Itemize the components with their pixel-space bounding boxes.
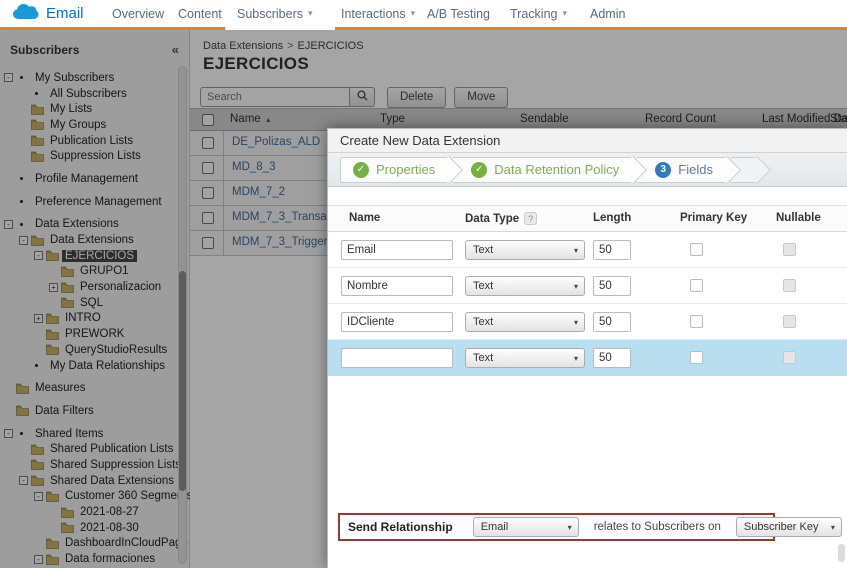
column-header-data-type-label: Data Type — [465, 212, 520, 225]
subscriber-key-value: Subscriber Key — [743, 521, 819, 533]
chevron-down-icon: ▾ — [573, 317, 578, 327]
chevron-down-icon: ▾ — [308, 8, 313, 18]
send-relationship-field-value: Email — [480, 521, 509, 533]
send-relationship-annotated-box: Send Relationship Email ▾ relates to Sub… — [338, 513, 842, 541]
modal-scrollbar-thumb[interactable] — [838, 544, 845, 562]
nav-item-interactions[interactable]: Interactions ▾ — [341, 0, 415, 27]
primary-key-checkbox[interactable] — [690, 243, 703, 256]
fields-table-body: Text ▾ Text ▾ Text ▾ Text ▾ — [328, 232, 847, 376]
column-header-length: Length — [593, 212, 632, 224]
wizard-step-label: Properties — [376, 162, 436, 177]
nav-item-label: A/B Testing — [427, 6, 491, 21]
wizard-step-label: Fields — [678, 162, 713, 177]
field-name-input[interactable] — [341, 276, 453, 296]
length-input[interactable] — [593, 240, 631, 260]
chevron-down-icon: ▾ — [830, 522, 835, 532]
field-row: Text ▾ — [328, 304, 847, 340]
nav-item-label: Content — [178, 6, 222, 21]
app-screen: Email Overview Content Subscribers ▾ Interac… — [0, 0, 847, 568]
nav-item-tracking[interactable]: Tracking ▾ — [510, 0, 567, 27]
fields-table-header: Name Data Type ? Length Primary Key Null… — [328, 205, 847, 232]
data-type-value: Text — [473, 316, 494, 328]
nav-item-label: Tracking — [510, 6, 558, 21]
app-title: Email — [46, 4, 84, 22]
field-row: Text ▾ — [328, 268, 847, 304]
length-input[interactable] — [593, 348, 631, 368]
column-header-primary-key: Primary Key — [680, 212, 748, 224]
primary-key-checkbox[interactable] — [690, 279, 703, 292]
nav-item-label: Subscribers — [237, 6, 303, 21]
column-header-nullable: Nullable — [776, 212, 821, 224]
data-type-value: Text — [473, 352, 494, 364]
chevron-down-icon: ▾ — [567, 522, 572, 532]
primary-key-checkbox[interactable] — [690, 351, 703, 364]
check-circle-icon: ✓ — [471, 161, 488, 178]
wizard-step-properties[interactable]: ✓ Properties — [340, 156, 450, 183]
data-type-select[interactable]: Text ▾ — [465, 312, 585, 332]
chevron-down-icon: ▾ — [562, 8, 567, 18]
subscriber-key-select[interactable]: Subscriber Key ▾ — [735, 517, 842, 537]
brand[interactable]: Email — [12, 3, 84, 23]
data-type-value: Text — [473, 280, 494, 292]
wizard-step-data-retention-policy[interactable]: ✓ Data Retention Policy — [453, 156, 634, 183]
cloud-logo-icon — [12, 3, 39, 23]
check-circle-icon: ✓ — [353, 161, 369, 178]
nav-item-admin[interactable]: Admin — [590, 0, 625, 27]
nav-item-label: Interactions — [341, 6, 406, 21]
nav-active-indicator — [225, 27, 335, 30]
wizard-steps: ✓ Properties ✓ Data Retention Policy 3 Fields — [328, 153, 847, 187]
data-type-select[interactable]: Text ▾ — [465, 276, 585, 296]
data-type-select[interactable]: Text ▾ — [465, 240, 585, 260]
nav-item-label: Admin — [590, 6, 626, 21]
field-row: Text ▾ — [328, 340, 847, 376]
chevron-down-icon: ▾ — [573, 281, 578, 291]
nullable-checkbox[interactable] — [783, 315, 796, 328]
nullable-checkbox[interactable] — [783, 243, 796, 256]
nullable-checkbox[interactable] — [783, 351, 796, 364]
data-type-select[interactable]: Text ▾ — [465, 348, 585, 368]
nav-item-content[interactable]: Content — [178, 0, 222, 27]
field-name-input[interactable] — [341, 348, 453, 368]
nullable-checkbox[interactable] — [783, 279, 796, 292]
chevron-down-icon: ▾ — [573, 353, 578, 363]
wizard-step-fields[interactable]: 3 Fields — [637, 156, 727, 183]
nav-item-subscribers[interactable]: Subscribers ▾ — [237, 0, 313, 27]
column-header-data-type: Data Type ? — [465, 212, 538, 225]
column-header-name: Name — [349, 212, 381, 224]
step-number-badge: 3 — [655, 161, 672, 178]
length-input[interactable] — [593, 276, 631, 296]
field-name-input[interactable] — [341, 312, 453, 332]
create-data-extension-modal: Create New Data Extension ✓ Properties ✓ Da… — [327, 128, 847, 568]
send-relationship-field-select[interactable]: Email ▾ — [472, 517, 579, 537]
chevron-down-icon: ▾ — [573, 245, 578, 255]
length-input[interactable] — [593, 312, 631, 332]
top-nav: Email Overview Content Subscribers ▾ Interac… — [0, 0, 847, 30]
nav-item-a-b-testing[interactable]: A/B Testing — [427, 0, 490, 27]
chevron-down-icon: ▾ — [410, 8, 416, 18]
send-relationship-connector-text: relates to Subscribers on — [593, 521, 721, 533]
nav-underline — [0, 27, 847, 30]
modal-title: Create New Data Extension — [328, 129, 847, 153]
help-icon[interactable]: ? — [524, 212, 538, 225]
field-name-input[interactable] — [341, 240, 453, 260]
field-row: Text ▾ — [328, 232, 847, 268]
send-relationship-label: Send Relationship — [348, 520, 453, 534]
primary-key-checkbox[interactable] — [690, 315, 703, 328]
nav-item-label: Overview — [112, 6, 165, 21]
nav-item-overview[interactable]: Overview — [112, 0, 164, 27]
wizard-step-label: Data Retention Policy — [494, 162, 620, 177]
data-type-value: Text — [473, 244, 494, 256]
